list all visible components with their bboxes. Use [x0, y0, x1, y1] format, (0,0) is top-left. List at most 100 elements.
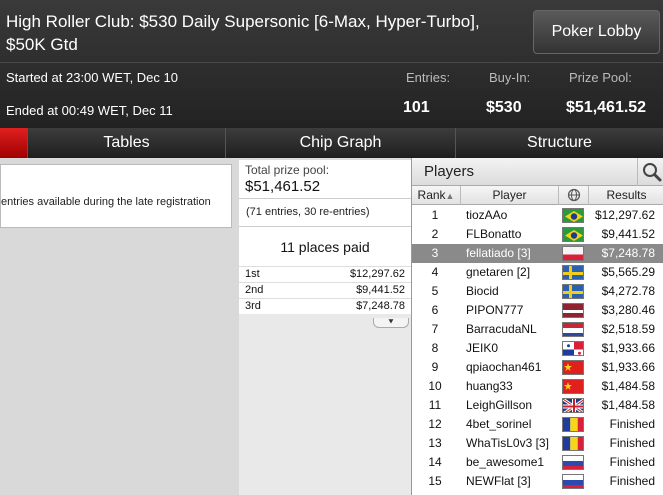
- globe-icon: [567, 188, 580, 202]
- player-name: fellatiado [3]: [466, 246, 531, 260]
- player-name: be_awesome1: [466, 455, 545, 469]
- search-players-button[interactable]: [637, 158, 663, 186]
- russia-flag-icon: [562, 455, 584, 470]
- player-rank: 5: [431, 284, 439, 298]
- payout-amount: $12,297.62: [349, 268, 405, 280]
- total-prize-pool-value: $51,461.52: [245, 178, 321, 195]
- player-name: WhaTisL0v3 [3]: [466, 436, 549, 450]
- player-rank: 6: [431, 303, 439, 317]
- romania-flag-icon: [562, 417, 584, 432]
- tab-chip-graph[interactable]: Chip Graph: [225, 128, 455, 158]
- player-row[interactable]: 3 fellatiado [3] $7,248.78: [412, 244, 663, 263]
- payout-place: 3rd: [245, 300, 261, 312]
- payout-amount: $7,248.78: [356, 300, 405, 312]
- payout-row: 2nd $9,441.52: [239, 282, 411, 298]
- player-row[interactable]: 2 FLBonatto $9,441.52: [412, 225, 663, 244]
- player-row[interactable]: 8 JEIK0 $1,933.66: [412, 339, 663, 358]
- player-row[interactable]: 7 BarracudaNL $2,518.59: [412, 320, 663, 339]
- player-row[interactable]: 5 Biocid $4,272.78: [412, 282, 663, 301]
- player-result: $5,565.29: [601, 265, 655, 279]
- buyin-value: $530: [486, 99, 522, 116]
- player-row[interactable]: 14 be_awesome1 Finished: [412, 453, 663, 472]
- prizepool-value: $51,461.52: [566, 99, 647, 116]
- player-row[interactable]: 13 WhaTisL0v3 [3] Finished: [412, 434, 663, 453]
- poker-lobby-button[interactable]: Poker Lobby: [533, 10, 660, 54]
- entries-note: (71 entries, 30 re-entries): [239, 198, 411, 226]
- player-result: Finished: [609, 455, 655, 469]
- player-result: $1,933.66: [601, 341, 655, 355]
- player-name: PIPON777: [466, 303, 524, 317]
- player-row[interactable]: 11 LeighGillson $1,484.58: [412, 396, 663, 415]
- player-row[interactable]: 15 NEWFlat [3] Finished: [412, 472, 663, 491]
- column-rank[interactable]: Rank▲: [412, 186, 461, 205]
- player-name: 4bet_sorinel: [466, 417, 532, 431]
- player-row[interactable]: 12 4bet_sorinel Finished: [412, 415, 663, 434]
- double-chevron-down-icon: ⯆: [387, 317, 395, 327]
- brazil-flag-icon: [562, 227, 584, 242]
- player-rank: 8: [431, 341, 439, 355]
- payout-amount: $9,441.52: [356, 284, 405, 296]
- player-name: tiozAAo: [466, 208, 508, 222]
- player-rank: 9: [431, 360, 439, 374]
- player-row[interactable]: 6 PIPON777 $3,280.46: [412, 301, 663, 320]
- column-country[interactable]: [559, 186, 589, 205]
- player-row[interactable]: 4 gnetaren [2] $5,565.29: [412, 263, 663, 282]
- tab-info-active[interactable]: [0, 128, 27, 158]
- player-result: Finished: [609, 417, 655, 431]
- player-result: $4,272.78: [601, 284, 655, 298]
- player-row[interactable]: 9 qpiaochan461 $1,933.66: [412, 358, 663, 377]
- entries-value: 101: [403, 99, 430, 116]
- late-registration-message: entries available during the late regist…: [1, 196, 211, 208]
- player-name: NEWFlat [3]: [466, 474, 531, 488]
- uk-flag-icon: [562, 398, 584, 413]
- tab-bar: Tables Chip Graph Structure: [0, 128, 663, 158]
- player-rank: 7: [431, 322, 439, 336]
- column-player[interactable]: Player: [461, 186, 559, 205]
- payout-place: 1st: [245, 268, 260, 280]
- entries-label: Entries:: [406, 70, 451, 85]
- prizepool-label: Prize Pool:: [569, 70, 632, 85]
- payout-place: 2nd: [245, 284, 264, 296]
- player-name: FLBonatto: [466, 227, 522, 241]
- player-name: huang33: [466, 379, 513, 393]
- player-row[interactable]: 1 tiozAAo $12,297.62: [412, 206, 663, 225]
- sweden-flag-icon: [562, 284, 584, 299]
- player-name: BarracudaNL: [466, 322, 537, 336]
- places-paid: 11 places paid: [239, 226, 411, 266]
- player-rank: 2: [431, 227, 439, 241]
- player-result: $9,441.52: [601, 227, 655, 241]
- started-time: Started at 23:00 WET, Dec 10: [6, 70, 178, 85]
- netherlands-flag-icon: [562, 322, 584, 337]
- ended-time: Ended at 00:49 WET, Dec 11: [6, 103, 173, 118]
- player-result: Finished: [609, 436, 655, 450]
- tournament-title: High Roller Club: $530 Daily Supersonic …: [6, 12, 480, 54]
- sweden-flag-icon: [562, 265, 584, 280]
- china-flag-icon: [562, 379, 584, 394]
- players-column-header: Rank▲ Player Results: [412, 186, 663, 205]
- column-results[interactable]: Results: [589, 186, 663, 205]
- player-rank: 12: [428, 417, 442, 431]
- tab-tables[interactable]: Tables: [27, 128, 225, 158]
- player-name: LeighGillson: [466, 398, 533, 412]
- header-divider: [0, 62, 663, 63]
- column-rank-label: Rank: [417, 188, 446, 202]
- player-result: $3,280.46: [601, 303, 655, 317]
- player-result: $7,248.78: [601, 246, 655, 260]
- player-rank: 3: [431, 246, 439, 260]
- player-rank: 15: [428, 474, 442, 488]
- total-prize-pool-label: Total prize pool:: [245, 163, 330, 177]
- poland-flag-icon: [562, 246, 584, 261]
- tournament-window: High Roller Club: $530 Daily Supersonic …: [0, 0, 663, 495]
- player-name: Biocid: [466, 284, 499, 298]
- player-row[interactable]: 10 huang33 $1,484.58: [412, 377, 663, 396]
- player-name: gnetaren [2]: [466, 265, 531, 279]
- tab-structure[interactable]: Structure: [455, 128, 663, 158]
- player-rank: 10: [428, 379, 442, 393]
- payout-row: 1st $12,297.62: [239, 266, 411, 282]
- player-name: qpiaochan461: [466, 360, 542, 374]
- search-icon: [643, 163, 662, 182]
- total-prize-pool: Total prize pool: $51,461.52: [239, 160, 411, 198]
- player-result: Finished: [609, 474, 655, 488]
- expand-payouts-button[interactable]: ⯆: [373, 318, 409, 328]
- brazil-flag-icon: [562, 208, 584, 223]
